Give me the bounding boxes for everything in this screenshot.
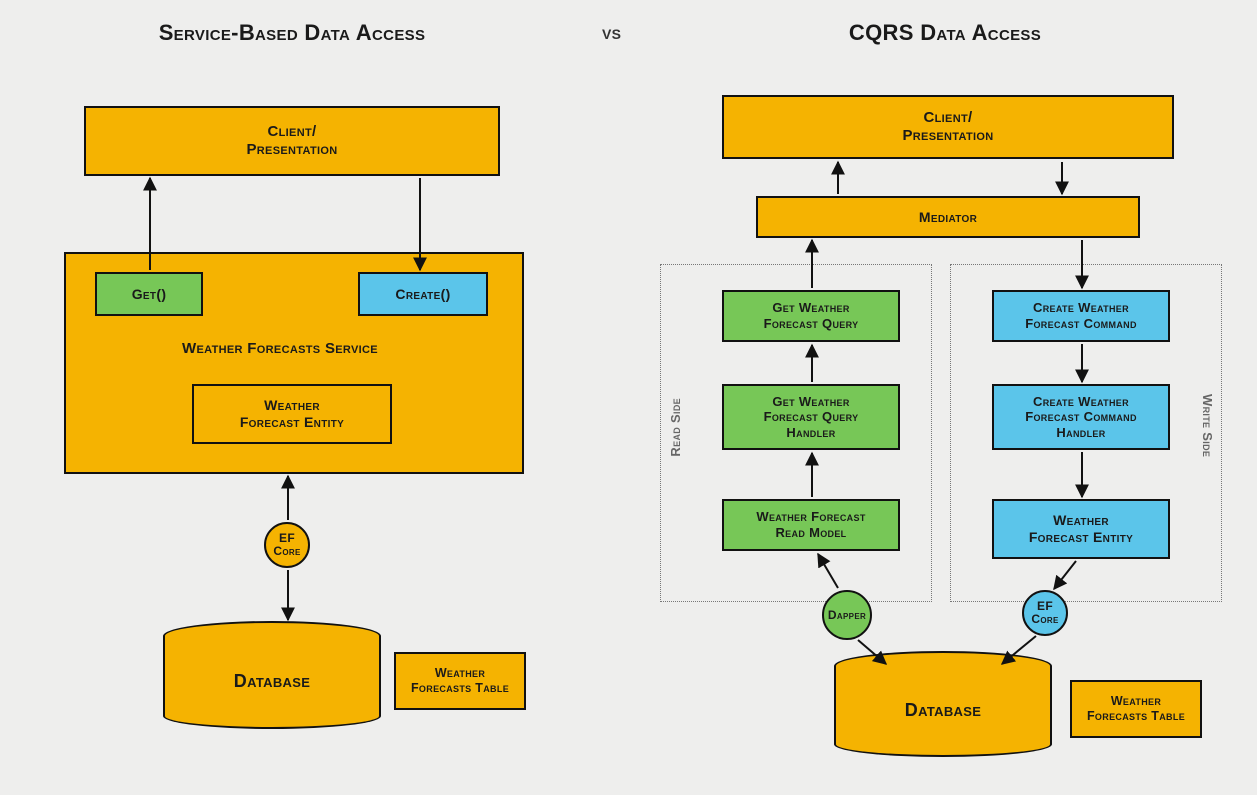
left-entity-box: Weather Forecast Entity xyxy=(192,384,392,444)
left-create-box: Create() xyxy=(358,272,488,316)
get-query-box: Get Weather Forecast Query xyxy=(722,290,900,342)
right-database: Database xyxy=(834,651,1052,757)
read-model-box: Weather Forecast Read Model xyxy=(722,499,900,551)
left-database: Database xyxy=(163,621,381,729)
get-query-handler-box: Get Weather Forecast Query Handler xyxy=(722,384,900,450)
dapper-circle: Dapper xyxy=(822,590,872,640)
right-table-box: Weather Forecasts Table xyxy=(1070,680,1202,738)
right-database-label: Database xyxy=(905,700,981,721)
create-command-handler-box: Create Weather Forecast Command Handler xyxy=(992,384,1170,450)
write-side-label: Write Side xyxy=(1200,394,1215,457)
left-service-label: Weather Forecasts Service xyxy=(182,340,378,357)
left-database-label: Database xyxy=(234,671,310,692)
right-client-box: Client/ Presentation xyxy=(722,95,1174,159)
left-efcore-circle: EF Core xyxy=(264,522,310,568)
create-command-box: Create Weather Forecast Command xyxy=(992,290,1170,342)
vs-label: vs xyxy=(602,22,621,45)
left-table-box: Weather Forecasts Table xyxy=(394,652,526,710)
write-entity-box: Weather Forecast Entity xyxy=(992,499,1170,559)
left-get-box: Get() xyxy=(95,272,203,316)
left-title: Service-Based Data Access xyxy=(112,20,472,46)
right-efcore-circle: EF Core xyxy=(1022,590,1068,636)
read-side-label: Read Side xyxy=(668,398,683,457)
right-mediator-box: Mediator xyxy=(756,196,1140,238)
right-title: CQRS Data Access xyxy=(780,20,1110,46)
left-client-box: Client/ Presentation xyxy=(84,106,500,176)
